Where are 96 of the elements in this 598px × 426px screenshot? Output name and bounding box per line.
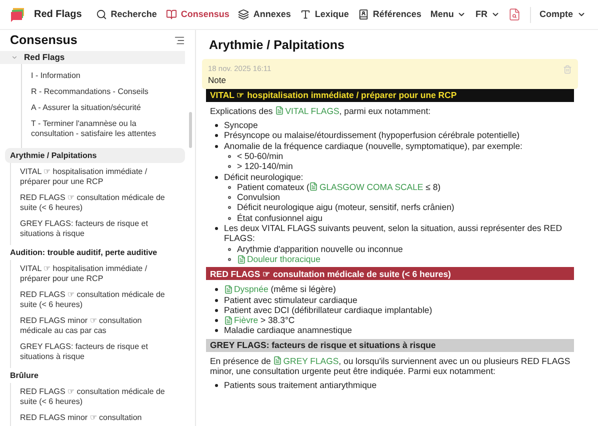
sidebar-item[interactable]: R - Recommandations - Conseils: [22, 87, 185, 103]
document-icon: [309, 182, 318, 192]
sidebar-topic[interactable]: Arythmie / Palpitations: [5, 148, 185, 163]
document-icon: [237, 254, 246, 264]
sidebar-title: Consensus: [10, 32, 78, 48]
list-item-text: Patient avec DCI (défibrillateur cardiaque implantable): [224, 304, 432, 315]
list-item-text: Anomalie de la fréquence cardiaque (nouvelle, symptomatique), par exemple:: [224, 140, 522, 151]
bullet-icon: [215, 308, 218, 312]
sidebar-topic[interactable]: Audition: trouble auditif, perte auditive: [5, 245, 185, 260]
document-link[interactable]: VITAL FLAGS: [275, 106, 340, 116]
nav-link[interactable]: Lexique: [300, 8, 349, 22]
circle-bullet-icon: [228, 186, 231, 189]
sidebar-item[interactable]: VITAL ☞ hospitalisation immédiate / préparer pour une RCP: [11, 264, 185, 290]
list-item-text: < 50-60/min: [237, 150, 284, 161]
circle-bullet-icon: [228, 196, 231, 200]
bullet-icon: [215, 329, 218, 332]
language-dropdown[interactable]: FR: [476, 8, 500, 22]
list-item-text: Déficit neurologique aigu (moteur, sensitif, nerfs crânien): [237, 202, 454, 212]
chevron-down-icon: [456, 10, 466, 19]
list-item-text: Les deux VITAL FLAGS suivants peuvent, selon la situation, aussi représenter des RED FLAGS:: [224, 223, 562, 244]
sidebar-item[interactable]: I - Information: [22, 71, 185, 87]
list-item-text: Maladie cardiaque anamnestique: [224, 325, 352, 336]
scrollbar-thumb[interactable]: [189, 112, 192, 148]
nav-link[interactable]: Recherche: [96, 8, 157, 22]
document-icon: [224, 284, 233, 294]
list-item-text: Patients sous traitement antiarythmique: [224, 380, 377, 390]
circle-bullet-icon: [228, 258, 231, 261]
sidebar-item[interactable]: RED FLAGS ☞ consultation médicale de suite (< 6 heures): [11, 387, 185, 413]
list-item-text: Patient avec stimulateur cardiaque: [224, 294, 358, 304]
circle-bullet-icon: [228, 165, 231, 168]
list-item-text: Déficit neurologique:: [224, 172, 304, 182]
section-header: GREY FLAGS: facteurs de risque et situations à risque: [206, 338, 574, 352]
list-item-text: Syncope: [224, 120, 258, 130]
document-link[interactable]: Douleur thoracique: [237, 254, 320, 264]
list-item-text: Présyncope ou malaise/étourdissement (hypoperfusion cérébrale potentielle): [224, 130, 520, 140]
document-search-icon[interactable]: [508, 8, 520, 21]
bullet-icon: [215, 124, 218, 128]
sidebar-item[interactable]: RED FLAGS minor ☞ consultation: [11, 413, 185, 426]
document-link[interactable]: GREY FLAGS: [273, 356, 339, 366]
list-item-text: Convulsion: [237, 192, 280, 202]
circle-bullet-icon: [228, 216, 231, 220]
list-item-text: État confusionnel aigu: [237, 212, 322, 223]
list-item-text: > 120-140/min: [237, 161, 293, 172]
sidebar-item[interactable]: RED FLAGS ☞ consultation médicale de suite (< 6 heures): [11, 193, 185, 219]
sidebar-folder[interactable]: Red Flags: [0, 51, 185, 64]
nav-link[interactable]: Consensus: [166, 8, 230, 22]
list-item-text: Arythmie d'apparition nouvelle ou inconnue: [237, 244, 403, 254]
bullet-icon: [215, 288, 218, 292]
bullet-icon: [215, 384, 218, 388]
chevron-down-icon: [490, 10, 500, 19]
note-text: Note: [208, 74, 227, 86]
list-item-text: Dyspnée (même si légère): [224, 284, 336, 294]
circle-bullet-icon: [228, 206, 231, 210]
document-link[interactable]: Dyspnée: [224, 284, 268, 294]
text-icon: [300, 9, 311, 20]
sidebar-item[interactable]: RED FLAGS minor ☞ consultation médicale au cas par cas: [11, 316, 185, 342]
sidebar-item[interactable]: T - Terminer l'anamnèse ou la consultation - satisfaire les attentes: [22, 119, 185, 145]
list-item-text: Fièvre > 38.3°C: [224, 315, 295, 326]
contact-book-icon: [358, 9, 369, 20]
document-link[interactable]: Fièvre: [224, 315, 258, 326]
circle-bullet-icon: [228, 248, 231, 251]
sidebar-item[interactable]: A - Assurer la situation/sécurité: [22, 103, 185, 119]
document-icon: [275, 106, 284, 116]
open-book-icon: [166, 9, 177, 20]
bullet-icon: [215, 134, 218, 138]
chevron-down-icon: [11, 54, 18, 61]
search-icon: [96, 9, 107, 20]
nav-link[interactable]: Références: [358, 8, 422, 22]
circle-bullet-icon: [228, 154, 231, 158]
bullet-icon: [215, 298, 218, 302]
bullet-icon: [215, 176, 218, 179]
section-header: RED FLAGS ☞ consultation médicale de suite (< 6 heures): [206, 267, 574, 280]
flag-logo-icon: [10, 7, 26, 22]
layers-icon: [238, 9, 250, 20]
sidebar-topic[interactable]: Brûlure: [5, 368, 185, 383]
sidebar-item[interactable]: VITAL ☞ hospitalisation immédiate / préparer pour une RCP: [11, 167, 185, 193]
chevron-down-icon: [577, 10, 586, 19]
bullet-icon: [215, 319, 218, 322]
bullet-icon: [215, 227, 218, 230]
document-link[interactable]: GLASGOW COMA SCALE: [309, 182, 424, 192]
sidebar-item[interactable]: RED FLAGS ☞ consultation médicale de suite (< 6 heures): [11, 290, 185, 316]
document-icon: [224, 316, 233, 325]
collapse-list-icon[interactable]: [174, 34, 185, 46]
page-title: Arythmie / Palpitations: [208, 37, 346, 54]
brand-name: Red Flags: [34, 8, 82, 22]
paragraph: Explications des VITAL FLAGS, parmi eux notamment:: [210, 106, 432, 116]
sidebar-item[interactable]: GREY FLAGS: facteurs de risque et situations à risque: [11, 219, 185, 245]
list-item-text: Patient comateux ( GLASGOW COMA SCALE ≤ 8): [237, 182, 441, 192]
paragraph: En présence de GREY FLAGS, ou lorsqu'ils surviennent avec un ou plusieurs RED FLAGS minor, une consultation urgente peut être indiquée. Parmi eux notamment:: [210, 356, 572, 376]
bullet-icon: [215, 144, 218, 148]
sidebar-item[interactable]: GREY FLAGS: facteurs de risque et situations à risque: [11, 342, 185, 368]
document-icon: [273, 356, 282, 366]
nav-link[interactable]: Annexes: [238, 8, 291, 22]
section-header: VITAL ☞ hospitalisation immédiate / préparer pour une RCP: [206, 88, 574, 102]
menu-dropdown[interactable]: Menu: [430, 8, 466, 22]
account-dropdown[interactable]: Compte: [540, 8, 586, 22]
